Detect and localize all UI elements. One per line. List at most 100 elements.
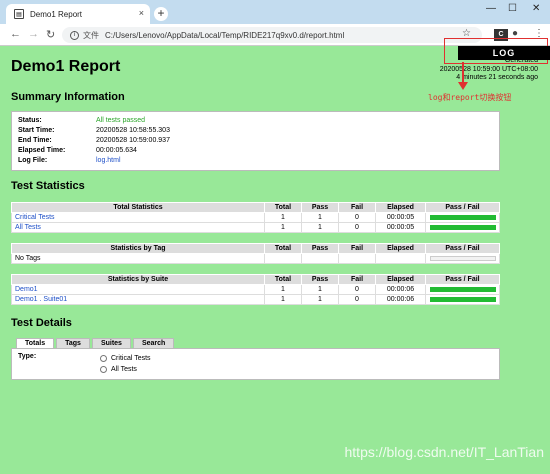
reload-icon[interactable]: ↻ [46, 28, 55, 41]
stat-pass: 1 [301, 294, 339, 305]
col-pass[interactable]: Pass [301, 274, 339, 285]
stat-pass: 1 [301, 212, 339, 223]
stat-fail: 0 [338, 222, 376, 233]
close-window-icon[interactable]: ✕ [532, 3, 540, 14]
suite-name-link[interactable]: Demo1 . Suite01 [11, 294, 265, 305]
table-row: Demo1 . Suite01 1 1 0 00:00:06 [11, 294, 500, 305]
generated-ago: 4 minutes 21 seconds ago [456, 74, 538, 81]
summary-panel: Status: All tests passed Start Time: 20200… [11, 111, 500, 171]
type-label: Type: [18, 353, 37, 360]
total-stats-header[interactable]: Total Statistics [11, 202, 265, 213]
stat-fail: 0 [338, 294, 376, 305]
col-elapsed[interactable]: Elapsed [375, 243, 426, 254]
summary-value: All tests passed [96, 116, 146, 124]
stat-total: 1 [264, 222, 302, 233]
annotation-text: log和report切换按钮 [428, 93, 512, 102]
stat-total: 1 [264, 294, 302, 305]
summary-heading: Summary Information [11, 91, 125, 103]
col-total[interactable]: Total [264, 202, 302, 213]
tab-title: Demo1 Report [30, 9, 83, 19]
col-pass[interactable]: Pass [301, 243, 339, 254]
col-pass-fail[interactable]: Pass / Fail [425, 274, 500, 285]
minimize-icon[interactable]: — [486, 3, 496, 14]
stat-elapsed: 00:00:05 [375, 212, 426, 223]
pass-fail-cell [425, 294, 500, 305]
suite-stats-header[interactable]: Statistics by Suite [11, 274, 265, 285]
table-row: Demo1 1 1 0 00:00:06 [11, 284, 500, 295]
col-total[interactable]: Total [264, 274, 302, 285]
radio-label: All Tests [111, 366, 137, 373]
radio-circle[interactable] [100, 355, 107, 362]
details-panel: Type: Critical Tests All Tests [11, 348, 500, 380]
col-fail[interactable]: Fail [338, 202, 376, 213]
tag-stats-table: Statistics by Tag Total Pass Fail Elapse… [11, 243, 500, 264]
stat-name-link[interactable]: All Tests [11, 222, 265, 233]
tag-stats-header[interactable]: Statistics by Tag [11, 243, 265, 254]
page-title: Demo1 Report [11, 58, 121, 75]
log-file-link[interactable]: log.html [94, 155, 172, 165]
back-icon[interactable]: ← [10, 28, 21, 40]
col-pass-fail[interactable]: Pass / Fail [425, 243, 500, 254]
annotation-arrowhead [458, 82, 468, 90]
col-fail[interactable]: Fail [338, 243, 376, 254]
page-icon: ▤ [14, 9, 24, 19]
pass-fail-cell [425, 222, 500, 233]
tab-strip: ▤ Demo1 Report × + — ☐ ✕ [0, 0, 550, 24]
stat-elapsed: 00:00:06 [375, 294, 426, 305]
summary-key: Log File: [18, 156, 48, 164]
forward-icon[interactable]: → [28, 28, 39, 40]
suite-stats-table: Statistics by Suite Total Pass Fail Elap… [11, 274, 500, 305]
table-row: Critical Tests 1 1 0 00:00:05 [11, 212, 500, 223]
pass-fail-cell [425, 284, 500, 295]
stat-elapsed: 00:00:05 [375, 222, 426, 233]
stat-pass: 1 [301, 222, 339, 233]
info-icon[interactable]: i [70, 30, 79, 40]
radio-label: Critical Tests [111, 355, 151, 362]
details-heading: Test Details [11, 317, 72, 329]
col-pass[interactable]: Pass [301, 202, 339, 213]
pass-fail-cell [425, 253, 500, 264]
pass-fail-cell [425, 212, 500, 223]
maximize-icon[interactable]: ☐ [508, 3, 517, 14]
col-elapsed[interactable]: Elapsed [375, 202, 426, 213]
no-tags-text: No Tags [11, 253, 265, 264]
col-elapsed[interactable]: Elapsed [375, 274, 426, 285]
summary-row: Start Time: 20200528 10:58:55.303 [16, 125, 172, 135]
log-switch-button[interactable]: LOG [458, 46, 550, 60]
col-pass-fail[interactable]: Pass / Fail [425, 202, 500, 213]
stat-name-link[interactable]: Critical Tests [11, 212, 265, 223]
summary-row: Log File: log.html [16, 155, 172, 165]
summary-key: Start Time: [18, 126, 55, 134]
summary-value: 20200528 10:58:55.303 [96, 126, 170, 134]
pass-bar [429, 286, 496, 292]
stat-fail: 0 [338, 212, 376, 223]
pass-bar [429, 224, 496, 230]
browser-tab[interactable]: ▤ Demo1 Report × [6, 4, 150, 24]
suite-name-link[interactable]: Demo1 [11, 284, 265, 295]
col-total[interactable]: Total [264, 243, 302, 254]
pass-bar [429, 296, 496, 302]
tab-close-icon[interactable]: × [139, 8, 144, 18]
stat-elapsed: 00:00:06 [375, 284, 426, 295]
table-row: All Tests 1 1 0 00:00:05 [11, 222, 500, 233]
col-fail[interactable]: Fail [338, 274, 376, 285]
generated-time: 20200528 10:59:00 UTC+08:00 [439, 65, 538, 73]
radio-circle[interactable] [100, 366, 107, 373]
watermark: https://blog.csdn.net/IT_LanTian [344, 444, 545, 460]
summary-key: Elapsed Time: [18, 146, 66, 154]
address-bar[interactable]: i 文件 C:/Users/Lenovo/AppData/Local/Temp/… [62, 27, 482, 43]
new-tab-button[interactable]: + [154, 7, 168, 21]
radio-all-tests[interactable]: All Tests [100, 366, 137, 373]
summary-key: Status: [18, 116, 42, 124]
summary-value: 20200528 10:59:00.937 [96, 136, 170, 144]
radio-critical-tests[interactable]: Critical Tests [100, 355, 151, 362]
stats-heading: Test Statistics [11, 180, 85, 192]
stat-pass: 1 [301, 284, 339, 295]
summary-row: Elapsed Time: 00:00:05.634 [16, 145, 172, 155]
total-stats-table: Total Statistics Total Pass Fail Elapsed… [11, 202, 500, 233]
empty-bar [429, 255, 496, 261]
summary-table: Status: All tests passed Start Time: 20200… [16, 115, 172, 165]
summary-value: 00:00:05.634 [96, 146, 137, 154]
pass-bar [429, 214, 496, 220]
table-row: No Tags [11, 253, 500, 264]
